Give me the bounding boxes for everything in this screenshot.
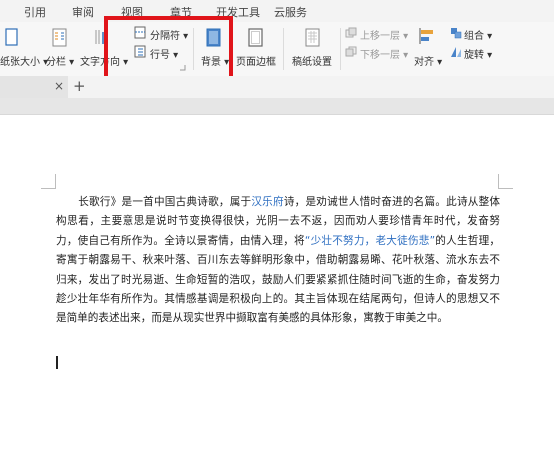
paragraph-text-b: 的人生哲理，寄寓于朝露易干、秋来叶落、百川东去等鲜明形象中，借助朝露易晞、花叶秋… (56, 234, 500, 325)
new-tab-icon[interactable]: + (73, 77, 86, 95)
margin-corner-top-left (41, 174, 56, 189)
text-cursor (56, 356, 58, 369)
margin-corner-top-right (498, 174, 513, 189)
bring-forward-label: 上移一层 (360, 31, 400, 42)
paper-size-label: 纸张大小 (0, 57, 40, 68)
tab-references[interactable]: 引用 (24, 4, 46, 20)
close-tab-icon[interactable]: × (54, 79, 64, 93)
quote-link[interactable]: “少壮不努力，老大徒伤悲” (305, 235, 435, 247)
send-backward-icon (345, 46, 357, 57)
columns-icon (52, 28, 67, 47)
page-border-icon (248, 28, 263, 47)
align-label: 对齐 (414, 57, 434, 68)
ribbon-divider (340, 28, 341, 70)
document-paragraph[interactable]: 长歌行》是一首中国古典诗歌，属于汉乐府诗，是劝诫世人惜时奋进的名篇。此诗从整体构… (56, 193, 500, 329)
tab-cloud-service[interactable]: 云服务 (274, 4, 307, 20)
rotate-icon (451, 47, 461, 57)
menu-tab-bar: 引用 审阅 视图 章节 开发工具 云服务 (0, 0, 554, 22)
ribbon-divider (283, 28, 284, 70)
paper-size-icon (5, 28, 18, 46)
rotate-label: 旋转 (464, 50, 484, 61)
paper-settings-icon (305, 28, 320, 47)
document-tab-bar: × + (0, 76, 554, 98)
page-border-label: 页面边框 (236, 57, 276, 68)
ribbon-toolbar: 纸张大小 ▾ 分栏 ▾ 文字方向 ▾ 分隔符 ▾ 行号 ▾ 背景 ▾ 页面边框 … (0, 22, 554, 76)
bring-forward-icon (345, 27, 357, 38)
ruler-strip (0, 98, 554, 115)
yuefu-link[interactable]: 汉乐府 (251, 196, 283, 208)
paper-settings-label: 稿纸设置 (292, 57, 332, 68)
group-icon (451, 28, 462, 39)
document-tab[interactable]: × (0, 76, 68, 98)
tab-review[interactable]: 审阅 (72, 4, 94, 20)
columns-label: 分栏 (46, 57, 66, 68)
group-label: 组合 (464, 31, 484, 42)
paragraph-text-intro: 长歌行》是一首中国古典诗歌，属于 (78, 196, 252, 208)
send-backward-label: 下移一层 (360, 50, 400, 61)
align-icon (419, 28, 433, 44)
